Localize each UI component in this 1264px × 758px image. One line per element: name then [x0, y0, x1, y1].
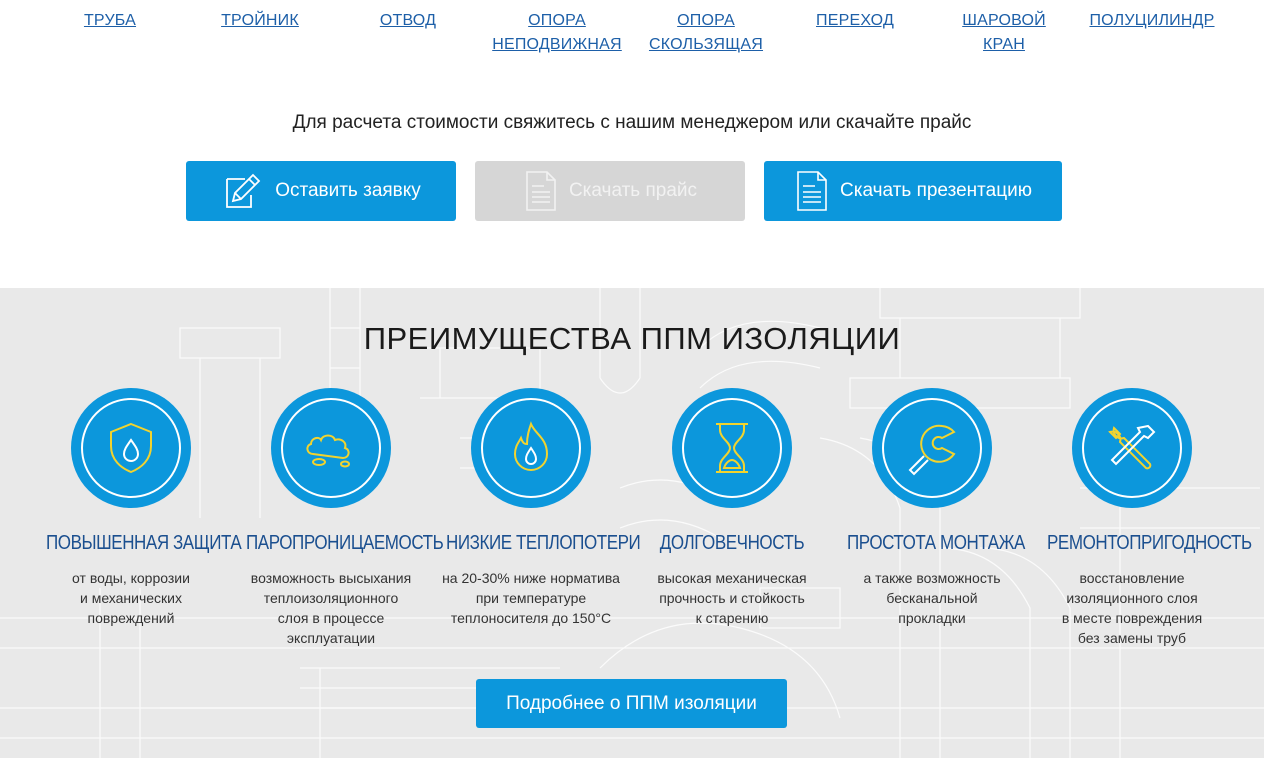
feature-title: ПРОСТОТА МОНТАЖА: [847, 532, 1025, 554]
feature-description: возможность высыхания теплоизоляционного…: [231, 568, 431, 648]
feature-description-line: прокладки: [898, 610, 966, 626]
product-nav: ТРУБА ТРОЙНИК ОТВОД ОПОРА НЕПОДВИЖНАЯ ОП…: [0, 0, 1264, 60]
hourglass-icon: [716, 423, 748, 473]
cta-text: Для расчета стоимости свяжитесь с нашим …: [292, 112, 972, 133]
advantages-title: ПРЕИМУЩЕСТВА ППМ ИЗОЛЯЦИИ: [363, 321, 901, 356]
feature-description-line: при температуре: [475, 590, 587, 606]
feature-card: НИЗКИЕ ТЕПЛОПОТЕРИ на 20-30% ниже нормат…: [431, 388, 641, 628]
download-price-button[interactable]: Скачать прайс: [475, 161, 745, 221]
request-button[interactable]: Оставить заявку: [186, 161, 456, 221]
nav-link-line: ОПОРА: [528, 12, 586, 29]
tools-icon: [1108, 424, 1156, 470]
feature-title: ДОЛГОВЕЧНОСТЬ: [659, 532, 805, 554]
feature-icon-circle: [1072, 388, 1192, 508]
feature-description-line: восстановление: [1079, 570, 1185, 586]
feature-description-line: повреждений: [87, 610, 175, 626]
advantages-section: ПРЕИМУЩЕСТВА ППМ ИЗОЛЯЦИИ ПОВЫШЕННАЯ ЗАЩ…: [0, 288, 1264, 758]
feature-card: ПОВЫШЕННАЯ ЗАЩИТА от воды, коррозии и ме…: [31, 388, 242, 628]
feature-description-line: теплоизоляционного: [263, 590, 399, 606]
cloud-icon: [306, 434, 350, 468]
feature-description-line: в месте повреждения: [1061, 610, 1203, 626]
feature-description-line: слоя в процессе: [277, 610, 385, 626]
feature-icon-circle: [471, 388, 591, 508]
feature-card: РЕМОНТОПРИГОДНОСТЬ восстановление изоляц…: [1032, 388, 1252, 648]
feature-icon-circle: [872, 388, 992, 508]
feature-description: высокая механическая прочность и стойкос…: [632, 568, 832, 628]
feature-title: ПАРОПРОНИЦАЕМОСТЬ: [246, 532, 444, 554]
nav-link-perekhod[interactable]: ПЕРЕХОД: [805, 9, 905, 33]
flame-drop-icon: [513, 421, 549, 471]
feature-description-line: бесканальной: [886, 590, 978, 606]
feature-description: а также возможность бесканальной проклад…: [832, 568, 1032, 628]
shield-drop-icon: [110, 422, 152, 474]
feature-description-line: без замены труб: [1077, 630, 1187, 646]
nav-link-line: КРАН: [983, 36, 1025, 53]
nav-link-sharovoy-kran[interactable]: ШАРОВОЙ КРАН: [952, 9, 1056, 57]
feature-icon-circle: [271, 388, 391, 508]
feature-description: восстановление изоляционного слоя в мест…: [1032, 568, 1232, 648]
nav-link-troynik[interactable]: ТРОЙНИК: [205, 9, 315, 33]
nav-link-line: ОПОРА: [677, 12, 735, 29]
nav-link-line: СКОЛЬЗЯЩАЯ: [648, 36, 764, 53]
feature-description-line: от воды, коррозии: [72, 570, 190, 586]
document-icon: [523, 170, 559, 212]
more-about-ppm-button[interactable]: Подробнее о ППМ изоляции: [476, 679, 787, 728]
feature-card: ПРОСТОТА МОНТАЖА а также возможность бес…: [832, 388, 1032, 628]
nav-link-line: ШАРОВОЙ: [962, 12, 1046, 29]
feature-description-line: к старению: [695, 610, 769, 626]
feature-description-line: изоляционного слоя: [1066, 590, 1198, 606]
nav-link-opora-nepodvizhnaya[interactable]: ОПОРА НЕПОДВИЖНАЯ: [482, 9, 632, 57]
nav-link-otvod[interactable]: ОТВОД: [368, 9, 448, 33]
wrench-icon: [908, 424, 956, 476]
feature-title: РЕМОНТОПРИГОДНОСТЬ: [1047, 532, 1252, 554]
feature-description-line: прочность и стойкость: [659, 590, 805, 606]
feature-title: ПОВЫШЕННАЯ ЗАЩИТА: [46, 532, 242, 554]
edit-document-icon: [221, 171, 265, 211]
feature-description-line: и механических: [79, 590, 183, 606]
nav-link-line: НЕПОДВИЖНАЯ: [492, 36, 622, 53]
feature-card: ДОЛГОВЕЧНОСТЬ высокая механическая прочн…: [632, 388, 832, 628]
document-icon: [794, 170, 830, 212]
feature-description-line: на 20-30% ниже норматива: [442, 570, 620, 586]
feature-description-line: эксплуатации: [286, 630, 376, 646]
download-presentation-button[interactable]: Скачать презентацию: [764, 161, 1062, 221]
feature-icon-circle: [672, 388, 792, 508]
more-about-ppm-label: Подробнее о ППМ изоляции: [506, 692, 757, 714]
feature-description: от воды, коррозии и механических поврежд…: [31, 568, 231, 628]
feature-title: НИЗКИЕ ТЕПЛОПОТЕРИ: [446, 532, 641, 554]
feature-description-line: высокая механическая: [657, 570, 807, 586]
nav-link-polutsilindr[interactable]: ПОЛУЦИЛИНДР: [1082, 9, 1222, 33]
feature-icon-circle: [71, 388, 191, 508]
feature-card: ПАРОПРОНИЦАЕМОСТЬ возможность высыхания …: [231, 388, 444, 648]
feature-description: на 20-30% ниже норматива при температуре…: [431, 568, 631, 628]
feature-description-line: а также возможность: [863, 570, 1001, 586]
download-price-label: Скачать прайс: [568, 180, 698, 201]
download-presentation-label: Скачать презентацию: [840, 180, 1032, 201]
feature-description-line: возможность высыхания: [250, 570, 412, 586]
request-button-label: Оставить заявку: [275, 180, 421, 201]
feature-description-line: теплоносителя до 150°С: [450, 610, 612, 626]
nav-link-truba[interactable]: ТРУБА: [70, 9, 150, 33]
nav-link-opora-skolzyashchaya[interactable]: ОПОРА СКОЛЬЗЯЩАЯ: [638, 9, 774, 57]
